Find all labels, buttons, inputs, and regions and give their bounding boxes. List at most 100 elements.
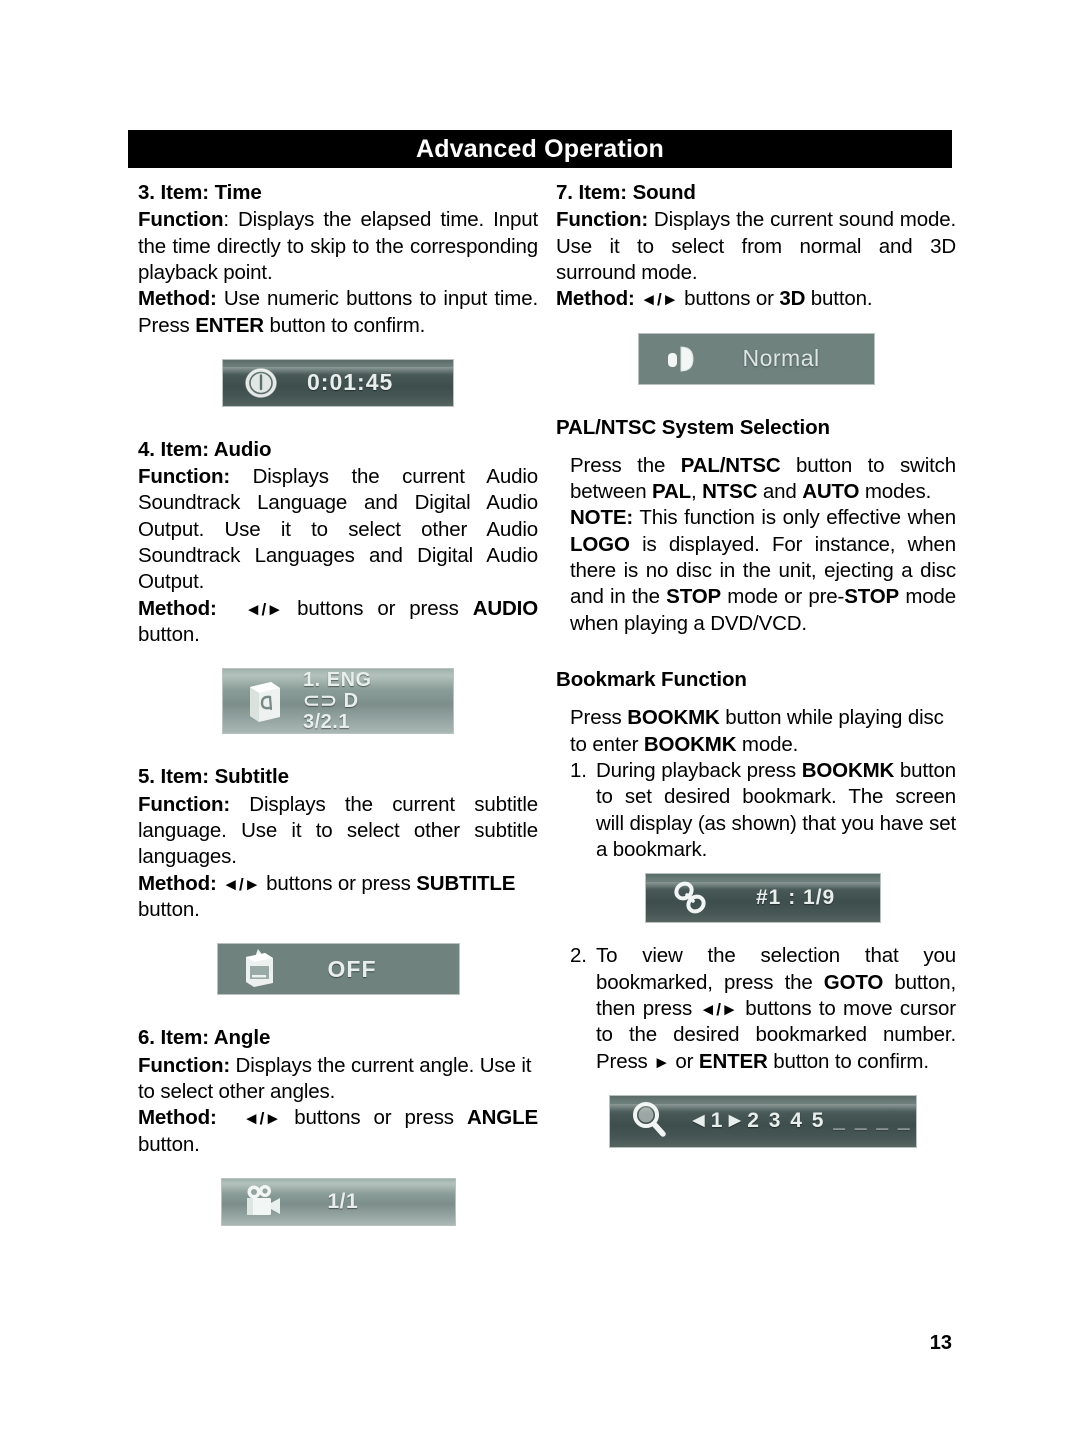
subtitle-screen-icon <box>230 945 286 993</box>
sound-osd-value: Normal <box>742 345 820 372</box>
bookmark-step-1: 1. During playback press BOOKMK button t… <box>570 758 956 863</box>
key-stop-1: STOP <box>666 585 722 609</box>
key-bookmk-2: BOOKMK <box>643 732 737 756</box>
section-heading-pal-ntsc: PAL/NTSC System Selection <box>556 415 830 439</box>
left-right-arrows-icon: ◄/► <box>640 290 679 310</box>
function-label: Function: <box>556 208 649 232</box>
speaker-icon <box>653 338 711 380</box>
text-run: This function is only effective when <box>633 506 956 530</box>
left-right-arrows-icon: ◄/► <box>699 999 738 1019</box>
bookmark-step-2: 2. To view the selection that you bookma… <box>570 943 956 1075</box>
sound-osd: Normal <box>637 332 875 385</box>
section-heading-time: 3. Item: Time <box>138 181 262 204</box>
time-osd-value: 0:01:45 <box>307 369 394 396</box>
text-run: or <box>669 1049 699 1073</box>
function-label: Function <box>138 208 224 232</box>
text-run: Press <box>570 706 628 730</box>
method-text-b: button. <box>138 1132 200 1156</box>
audio-osd-line2: ⊂⊃ D <box>303 689 359 712</box>
function-label: Function: <box>138 465 231 489</box>
subtitle-osd-wrap: OFF <box>138 943 538 996</box>
function-paragraph-time: Function: Displays the elapsed time. Inp… <box>138 207 538 286</box>
magnifier-icon <box>622 1099 678 1143</box>
function-separator: : <box>223 208 238 232</box>
text-run: Press the <box>570 453 681 477</box>
section-item-sound: 7. Item: Sound Function: Displays the cu… <box>556 180 956 415</box>
text-run: and <box>757 480 803 504</box>
left-right-arrows-icon: ◄/► <box>242 1109 282 1129</box>
bookmark-body: Press BOOKMK button while playing disc t… <box>556 705 956 1148</box>
pal-ntsc-paragraph-2: NOTE: This function is only effective wh… <box>570 505 956 637</box>
audio-note-icon <box>231 675 297 727</box>
section-heading-angle: 6. Item: Angle <box>138 1026 271 1050</box>
manual-page: Advanced Operation 3. Item: Time Functio… <box>0 0 1080 1451</box>
text-run: button to confirm. <box>767 1049 929 1073</box>
left-right-arrows-icon: ◄/► <box>244 599 284 619</box>
subtitle-osd: OFF <box>216 943 460 996</box>
page-title: Advanced Operation <box>415 134 665 163</box>
step-number: 1. <box>570 758 587 782</box>
method-paragraph-subtitle: Method: ◄/► buttons or press SUBTITLE bu… <box>138 871 538 924</box>
method-label: Method: <box>556 287 635 311</box>
method-key-subtitle: SUBTITLE <box>416 871 516 895</box>
key-bookmk-3: BOOKMK <box>801 758 895 782</box>
section-item-time: 3. Item: Time Function: Displays the ela… <box>138 180 538 437</box>
page-number: 13 <box>929 1332 952 1354</box>
section-item-audio: 4. Item: Audio Function: Displays the cu… <box>138 437 538 765</box>
key-logo: LOGO <box>570 532 630 556</box>
goto-osd-value: ◄1►2 3 4 5 _ _ _ _ <box>688 1109 912 1133</box>
function-paragraph-sound: Function: Displays the current sound mod… <box>556 207 956 286</box>
bookmark-intro-paragraph: Press BOOKMK button while playing disc t… <box>570 705 956 758</box>
step-number: 2. <box>570 944 587 968</box>
step-text: During playback press BOOKMK button to s… <box>596 758 956 863</box>
section-item-subtitle: 5. Item: Subtitle Function: Displays the… <box>138 764 538 1025</box>
key-stop-2: STOP <box>844 585 900 609</box>
time-osd: 0:01:45 <box>222 358 454 407</box>
section-heading-bookmark: Bookmark Function <box>556 668 747 692</box>
method-key-enter: ENTER <box>195 313 264 337</box>
method-label: Method: <box>138 287 217 311</box>
method-text-a: buttons or press <box>260 871 417 895</box>
key-pal-ntsc: PAL/NTSC <box>680 453 781 477</box>
clock-icon <box>233 362 289 404</box>
section-heading-audio: 4. Item: Audio <box>138 437 272 461</box>
section-item-angle: 6. Item: Angle Function: Displays the cu… <box>138 1025 538 1226</box>
method-text-a: buttons or <box>678 287 780 311</box>
section-heading-subtitle: 5. Item: Subtitle <box>138 765 289 789</box>
method-paragraph-sound: Method: ◄/► buttons or 3D button. <box>556 286 956 312</box>
left-column: 3. Item: Time Function: Displays the ela… <box>138 180 538 1226</box>
angle-osd: 1/1 <box>220 1177 456 1226</box>
goto-osd-wrap: ◄1►2 3 4 5 _ _ _ _ <box>570 1094 956 1148</box>
audio-osd-line1: 1. ENG <box>303 668 372 691</box>
method-text-a: buttons or press <box>283 596 473 620</box>
movie-camera-icon <box>234 1182 292 1222</box>
key-auto: AUTO <box>802 480 860 504</box>
method-text-b: button. <box>138 897 200 921</box>
audio-osd: 1. ENG ⊂⊃ D 3/2.1 <box>222 668 454 735</box>
key-goto: GOTO <box>823 970 884 994</box>
section-pal-ntsc: PAL/NTSC System Selection Press the PAL/… <box>556 415 956 668</box>
pal-ntsc-paragraph-1: Press the PAL/NTSC button to switch betw… <box>570 453 956 506</box>
right-column: 7. Item: Sound Function: Displays the cu… <box>556 180 956 1148</box>
page-header-banner: Advanced Operation <box>128 130 952 168</box>
text-run: modes. <box>859 480 932 504</box>
bookmark-osd-wrap: #1 : 1/9 <box>570 873 956 924</box>
function-paragraph-subtitle: Function: Displays the current subtitle … <box>138 792 538 871</box>
text-run: mode or pre- <box>721 585 845 609</box>
audio-osd-lines: 1. ENG ⊂⊃ D 3/2.1 <box>303 668 372 734</box>
method-key-3d: 3D <box>779 287 806 311</box>
method-text-b: button to confirm. <box>263 313 426 337</box>
text-run: , <box>691 480 703 504</box>
angle-osd-wrap: 1/1 <box>138 1177 538 1226</box>
method-label: Method: <box>138 1106 217 1130</box>
goto-osd: ◄1►2 3 4 5 _ _ _ _ <box>609 1094 917 1148</box>
key-bookmk-1: BOOKMK <box>627 706 720 730</box>
method-label: Method: <box>138 596 217 620</box>
text-run: mode. <box>736 732 799 756</box>
pal-ntsc-body: Press the PAL/NTSC button to switch betw… <box>556 453 956 637</box>
key-ntsc: NTSC <box>702 480 758 504</box>
section-heading-sound: 7. Item: Sound <box>556 181 696 204</box>
method-paragraph-angle: Method: ◄/► buttons or press ANGLE butto… <box>138 1105 538 1158</box>
function-paragraph-angle: Function: Displays the current angle. Us… <box>138 1053 538 1106</box>
function-paragraph-audio: Function: Displays the current Audio Sou… <box>138 464 538 596</box>
